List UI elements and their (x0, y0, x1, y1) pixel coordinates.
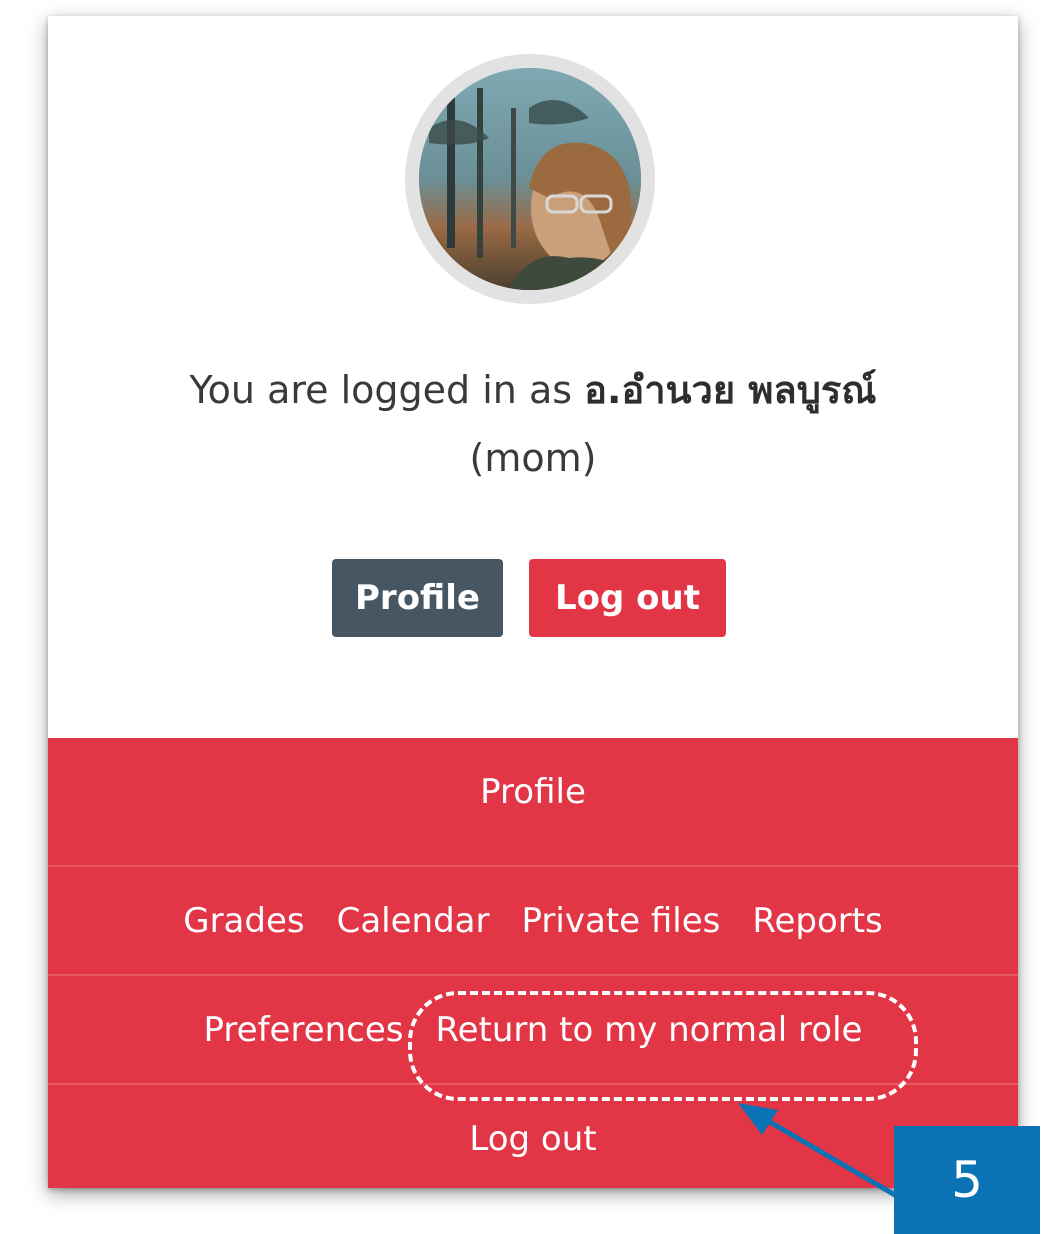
menu-item-profile[interactable]: Profile (480, 772, 586, 812)
username-label: (mom) (469, 436, 597, 480)
menu-row-1: Profile (48, 738, 1018, 846)
step-number-badge: 5 (894, 1126, 1040, 1234)
avatar[interactable] (405, 54, 655, 304)
logout-button[interactable]: Log out (529, 559, 726, 637)
logged-in-prefix: You are logged in as (189, 368, 573, 412)
menu-item-reports[interactable]: Reports (752, 901, 882, 941)
menu-item-logout[interactable]: Log out (469, 1119, 596, 1159)
menu-item-preferences[interactable]: Preferences (204, 1010, 404, 1050)
menu-item-private-files[interactable]: Private files (522, 901, 721, 941)
menu-row-4: Log out (48, 1085, 1018, 1188)
avatar-photo (419, 68, 641, 290)
menu-item-grades[interactable]: Grades (183, 901, 304, 941)
user-full-name: อ.อำนวย พลบูรณ์ (584, 368, 877, 412)
logged-in-text: You are logged in as อ.อำนวย พลบูรณ์ (48, 366, 1018, 414)
profile-button[interactable]: Profile (332, 559, 503, 637)
menu-item-calendar[interactable]: Calendar (337, 901, 490, 941)
menu-row-2: Grades Calendar Private files Reports (48, 867, 1018, 975)
user-menu-card: You are logged in as อ.อำนวย พลบูรณ์ (mo… (48, 16, 1018, 1188)
user-nav-menu: Profile Grades Calendar Private files Re… (48, 738, 1018, 1188)
